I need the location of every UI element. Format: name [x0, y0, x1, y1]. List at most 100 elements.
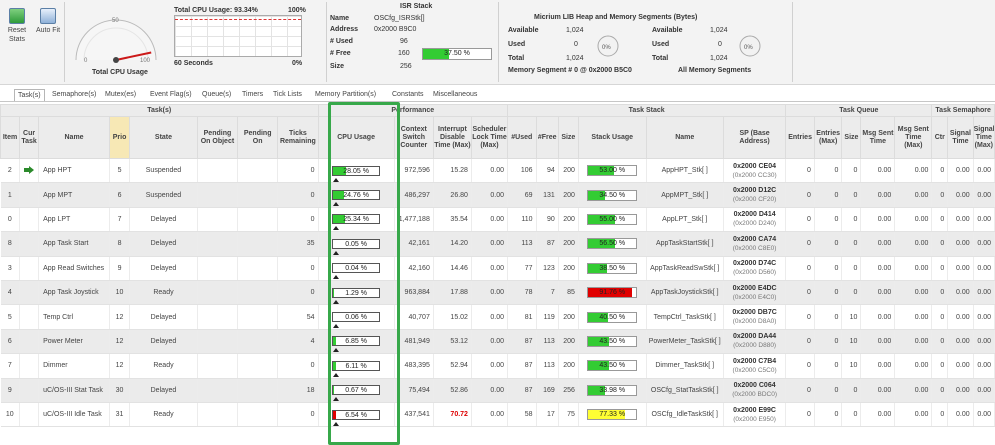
- col-queue-size[interactable]: Size: [841, 116, 862, 159]
- cell-prio: 12: [109, 353, 131, 379]
- cell-ctr: 0: [931, 231, 949, 257]
- tab-semaphores[interactable]: Semaphore(s): [52, 89, 96, 101]
- col-stack-usage[interactable]: Stack Usage: [577, 116, 647, 159]
- task-row[interactable]: 3 App Read Switches 9 Delayed 0 0.04 % 42,160 1…: [0, 256, 995, 281]
- col-signal-time[interactable]: Signal Time: [947, 116, 974, 159]
- col-signal-time-max[interactable]: Signal Time (Max): [972, 116, 995, 159]
- cpu-usage-text: 24.76 %: [343, 192, 369, 200]
- col-size[interactable]: Size: [557, 116, 579, 159]
- task-row[interactable]: 6 Power Meter 12 Delayed 4 6.85 % 481,949 53.12…: [0, 329, 995, 355]
- heap-left-used: 0: [574, 41, 578, 48]
- sp-base-address: (0x2000 D880): [733, 342, 777, 350]
- cell-state: Delayed: [129, 231, 198, 257]
- col-used[interactable]: #Used: [506, 116, 537, 159]
- col-entries-max[interactable]: Entries (Max): [813, 116, 843, 159]
- col-prio[interactable]: Prio: [108, 116, 131, 159]
- isr-address-value: 0x2000 B9C0: [374, 26, 417, 33]
- col-free[interactable]: #Free: [535, 116, 559, 159]
- cell-msg-sent: 0.00: [860, 182, 896, 208]
- cpu-usage-text: 6.11 %: [345, 362, 367, 370]
- cell-item: 7: [0, 353, 21, 379]
- tab-timers[interactable]: Timers: [242, 89, 263, 101]
- tab-queues[interactable]: Queue(s): [202, 89, 231, 101]
- cell-queue-size: 0: [841, 402, 862, 428]
- cell-pending-on: [237, 256, 279, 281]
- cell-stack-usage: 43.50 %: [578, 353, 647, 379]
- col-item[interactable]: Item: [0, 116, 21, 159]
- col-stack-name[interactable]: Name: [645, 116, 724, 159]
- reset-stats-button[interactable]: Reset Stats: [3, 8, 31, 44]
- tab-event-flags[interactable]: Event Flag(s): [150, 89, 192, 101]
- tab-tasks[interactable]: Task(s): [14, 89, 45, 101]
- col-pending-on[interactable]: Pending On: [237, 116, 279, 159]
- cell-cpu-usage: 1.29 %: [318, 280, 395, 306]
- task-row[interactable]: 8 App Task Start 8 Delayed 35 0.05 % 42,161 14.…: [0, 231, 995, 257]
- stack-usage-bar: 34.50 %: [587, 189, 638, 201]
- cell-pending-on: [237, 378, 279, 403]
- cell-cur-task: [19, 158, 40, 184]
- col-ctr[interactable]: Ctr: [931, 116, 949, 159]
- cpu-usage-text: 0.06 %: [345, 314, 367, 322]
- tab-mutexes[interactable]: Mutex(es): [105, 89, 136, 101]
- task-row[interactable]: 4 App Task Joystick 10 Ready 0 1.29 % 963,884 1…: [0, 280, 995, 306]
- cell-entries-max: 0: [814, 182, 843, 208]
- col-state[interactable]: State: [129, 116, 198, 159]
- col-msg-sent-max[interactable]: Msg Sent Time (Max): [894, 116, 933, 159]
- cell-interrupt-disable: 15.28: [433, 158, 472, 184]
- tab-tick-lists[interactable]: Tick Lists: [273, 89, 302, 101]
- col-cpu-usage[interactable]: CPU Usage: [317, 116, 395, 159]
- cell-cur-task: [19, 231, 40, 257]
- col-ticks-remaining[interactable]: Ticks Remaining: [277, 116, 319, 159]
- task-row[interactable]: 9 uC/OS-III Stat Task 30 Delayed 18 0.67 % 75,…: [0, 378, 995, 403]
- tab-constants[interactable]: Constants: [392, 89, 424, 101]
- col-context-switch[interactable]: Context Switch Counter: [393, 116, 434, 159]
- heap-left-used-label: Used: [508, 41, 526, 48]
- stack-usage-bar: 56.50 %: [587, 238, 638, 250]
- cell-stack-usage: 34.50 %: [578, 182, 647, 208]
- reset-stats-label: Reset Stats: [7, 27, 27, 43]
- col-sp[interactable]: SP (Base Address): [722, 116, 787, 159]
- cell-stack-name: AppHPT_Stk[ ]: [646, 158, 724, 184]
- auto-fit-icon: [40, 8, 56, 24]
- task-row[interactable]: 2 App HPT 5 Suspended 0 28.05 % 972,596 15.28 0.…: [0, 158, 995, 184]
- col-msg-sent[interactable]: Msg Sent Time: [860, 116, 896, 159]
- cell-stack-name: PowerMeter_TaskStk[ ]: [646, 329, 724, 355]
- cell-ticks-remaining: 4: [277, 329, 319, 355]
- task-row[interactable]: 1 App MPT 6 Suspended 0 24.76 % 486,297 26.80 0.…: [0, 182, 995, 208]
- stack-usage-text: 33.98 %: [599, 386, 626, 394]
- cell-prio: 8: [109, 231, 131, 257]
- heap-left-available-label: Available: [508, 27, 539, 34]
- heap-panel: Micrium LIB Heap and Memory Segments (By…: [502, 14, 792, 84]
- heap-right-total: 1,024: [710, 55, 728, 62]
- cpu-usage-bar: 0.04 %: [332, 263, 381, 280]
- col-entries[interactable]: Entries: [785, 116, 815, 159]
- cell-scheduler-lock: 0.00: [471, 231, 508, 257]
- task-table: Task(s) Performance Task Stack Task Queu…: [0, 104, 995, 428]
- stack-usage-text: 55.00 %: [599, 215, 626, 223]
- cell-interrupt-disable: 15.02: [433, 304, 472, 330]
- cpu-usage-title: Total CPU Usage: [92, 69, 148, 76]
- task-row[interactable]: 7 Dimmer 12 Ready 0 6.11 % 483,395 52.94 0.00 87 1…: [0, 353, 995, 379]
- cell-cur-task: [19, 182, 40, 208]
- cell-stack-name: TempCtrl_TaskStk[ ]: [646, 304, 724, 330]
- task-row[interactable]: 0 App LPT 7 Delayed 0 25.34 % 1,477,188 35.54 0.…: [0, 207, 995, 233]
- tab-memory-partitions[interactable]: Memory Partition(s): [315, 89, 376, 101]
- col-name[interactable]: Name: [38, 116, 110, 159]
- isr-name-label: Name: [330, 15, 350, 22]
- cell-prio: 31: [109, 402, 131, 428]
- heap-right-used: 0: [718, 41, 722, 48]
- cell-name: App MPT: [38, 182, 110, 208]
- col-pending-object[interactable]: Pending On Object: [196, 116, 239, 159]
- auto-fit-button[interactable]: Auto Fit: [34, 8, 62, 35]
- isr-used-value: 96: [400, 38, 408, 45]
- tab-miscellaneous[interactable]: Miscellaneous: [433, 89, 477, 101]
- isr-address-label: Address: [330, 26, 359, 33]
- col-cur-task[interactable]: Cur Task: [19, 116, 40, 159]
- col-scheduler-lock[interactable]: Scheduler Lock Time (Max): [470, 116, 508, 159]
- cell-state: Ready: [129, 280, 198, 306]
- cell-cpu-usage: 0.67 %: [318, 378, 395, 403]
- col-interrupt-disable[interactable]: Interrupt Disable Time (Max): [432, 116, 472, 159]
- task-row[interactable]: 10 uC/OS-III Idle Task 31 Ready 0 6.54 % 437,5…: [0, 402, 995, 428]
- task-row[interactable]: 5 Temp Ctrl 12 Delayed 54 0.06 % 40,707 15.02 0.…: [0, 304, 995, 330]
- cell-pending-object: [197, 378, 239, 403]
